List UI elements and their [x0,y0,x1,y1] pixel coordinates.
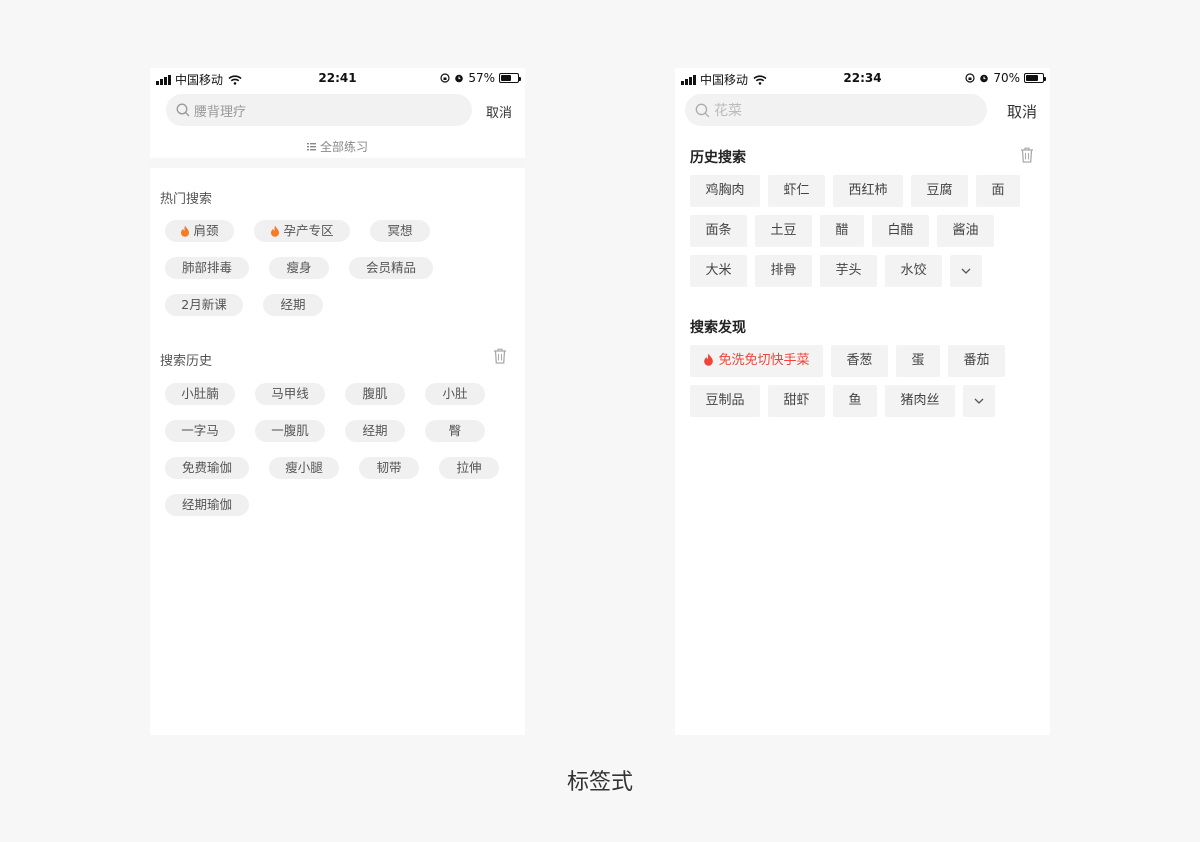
history-tag[interactable]: 西红柿 [833,175,903,207]
hot-tag[interactable]: 2月新课 [165,294,243,316]
history-tag[interactable]: 虾仁 [768,175,825,207]
fire-icon [704,353,714,366]
hot-tag[interactable]: 肩颈 [165,220,234,242]
search-history-title: 搜索历史 [160,354,213,369]
status-bar: 中国移动 22:41 57% [150,68,525,88]
hot-tag[interactable]: 孕产专区 [254,220,350,242]
discover-tag[interactable]: 蛋 [896,345,940,377]
chevron-down-icon [974,398,984,404]
trash-icon[interactable] [493,348,507,364]
discover-tag[interactable]: 豆制品 [690,385,760,417]
history-tag[interactable]: 腹肌 [345,383,405,405]
expand-discover-button[interactable] [963,385,995,417]
left-phone-screen: 中国移动 22:41 57% 腰背理疗 取消 全部练习 热门搜索 肩颈 孕产专区… [150,68,525,735]
expand-history-button[interactable] [950,255,982,287]
search-input[interactable]: 花菜 [714,100,742,120]
right-phone-screen: 中国移动 22:34 70% 花菜 取消 历史搜索 鸡胸肉 虾仁 西红柿 豆腐 … [675,68,1050,735]
rotation-lock-icon [965,73,975,83]
trash-icon[interactable] [1020,147,1034,163]
history-tag[interactable]: 小肚 [425,383,485,405]
battery-percent: 57% [468,71,495,85]
history-tag[interactable]: 小肚腩 [165,383,235,405]
search-icon [176,103,190,117]
search-discover-title: 搜索发现 [690,320,746,336]
history-tag[interactable]: 土豆 [755,215,812,247]
all-practice-link[interactable]: 全部练习 [150,138,525,155]
history-tag[interactable]: 臀 [425,420,485,442]
history-tag[interactable]: 拉伸 [439,457,499,479]
cancel-button[interactable]: 取消 [1007,101,1037,122]
history-tag[interactable]: 面条 [690,215,747,247]
history-tag[interactable]: 醋 [820,215,864,247]
alarm-icon [980,74,989,83]
section-divider [150,158,525,168]
history-tag[interactable]: 一字马 [165,420,235,442]
discover-tag-hot[interactable]: 免洗免切快手菜 [690,345,823,377]
discover-tag[interactable]: 鱼 [833,385,877,417]
search-input[interactable]: 腰背理疗 [194,101,246,120]
list-icon [306,143,316,151]
search-bar[interactable]: 腰背理疗 [166,94,472,126]
history-tag[interactable]: 大米 [690,255,747,287]
history-tag[interactable]: 韧带 [359,457,419,479]
history-tag[interactable]: 鸡胸肉 [690,175,760,207]
history-tag[interactable]: 一腹肌 [255,420,325,442]
history-tag[interactable]: 豆腐 [911,175,968,207]
rotation-lock-icon [440,73,450,83]
history-tag[interactable]: 芋头 [820,255,877,287]
history-tag[interactable]: 经期 [345,420,405,442]
figure-caption: 标签式 [566,770,633,795]
discover-tag[interactable]: 猪肉丝 [885,385,955,417]
discover-tag[interactable]: 番茄 [948,345,1005,377]
status-bar: 中国移动 22:34 70% [675,68,1050,88]
history-tag[interactable]: 排骨 [755,255,812,287]
hot-tag[interactable]: 冥想 [370,220,430,242]
hot-tag[interactable]: 经期 [263,294,323,316]
hot-tag[interactable]: 肺部排毒 [165,257,249,279]
battery-icon [499,73,521,83]
hot-tag[interactable]: 会员精品 [349,257,433,279]
battery-percent: 70% [993,71,1020,85]
history-tag[interactable]: 面 [976,175,1020,207]
history-tag[interactable]: 免费瑜伽 [165,457,249,479]
alarm-icon [455,74,464,83]
cancel-button[interactable]: 取消 [486,102,512,121]
discover-tag[interactable]: 甜虾 [768,385,825,417]
discover-tag[interactable]: 香葱 [831,345,888,377]
history-tag[interactable]: 瘦小腿 [269,457,339,479]
fire-icon [181,225,190,237]
fire-icon [271,225,280,237]
history-tag[interactable]: 水饺 [885,255,942,287]
search-icon [695,103,710,118]
history-search-title: 历史搜索 [690,150,746,166]
search-bar[interactable]: 花菜 [685,94,987,126]
all-practice-label: 全部练习 [319,140,368,154]
hot-search-title: 热门搜索 [160,192,213,207]
history-tag[interactable]: 马甲线 [255,383,325,405]
history-tag[interactable]: 酱油 [937,215,994,247]
hot-tag[interactable]: 瘦身 [269,257,329,279]
chevron-down-icon [961,268,971,274]
history-tag[interactable]: 经期瑜伽 [165,494,249,516]
history-tag[interactable]: 白醋 [872,215,929,247]
battery-icon [1024,73,1046,83]
